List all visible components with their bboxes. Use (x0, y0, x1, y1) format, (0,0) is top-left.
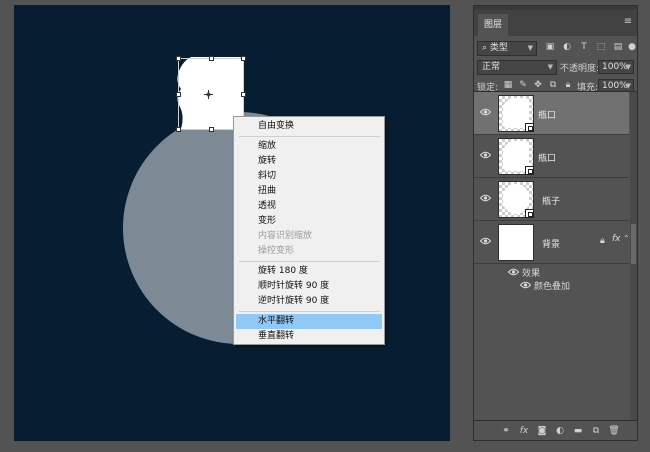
lock-position-icon[interactable]: ✥ (532, 79, 544, 91)
layer-row[interactable]: 背景 🔒︎ fx ⌃ (474, 221, 630, 264)
menu-item-warp[interactable]: 变形 (236, 214, 382, 229)
eye-icon[interactable] (480, 108, 491, 116)
new-layer-icon[interactable]: ⧉ (590, 425, 602, 437)
menu-separator (239, 136, 380, 137)
chevron-up-icon[interactable]: ⌃ (623, 234, 630, 243)
smart-object-badge-icon (525, 209, 534, 218)
layer-thumbnail (498, 138, 534, 175)
filter-smart-object-icon[interactable]: ▤ (612, 41, 624, 53)
eye-icon[interactable] (520, 281, 531, 289)
document-workspace: 自由变换 缩放 旋转 斜切 扭曲 透视 变形 内容识别缩放 操控变形 旋转 18… (0, 0, 466, 452)
transform-handle-tr[interactable] (241, 56, 246, 61)
filter-pixel-icon[interactable]: ▣ (544, 41, 556, 53)
effect-color-overlay-label: 颜色叠加 (534, 282, 571, 292)
filter-toggle-icon[interactable]: ● (626, 41, 638, 53)
transform-center-icon[interactable] (204, 90, 213, 99)
layers-panel: 图层 ≡ ⌕ 类型 ▼ ▣ ◐ T ⬚ ▤ ● 正常 ▼ 不透明度: 100% … (473, 5, 638, 441)
search-icon: ⌕ (482, 43, 488, 53)
blend-row: 正常 ▼ 不透明度: 100% ▼ (474, 58, 637, 77)
eye-icon[interactable] (508, 268, 519, 276)
layer-row[interactable]: 瓶口 (474, 135, 629, 178)
menu-item-scale[interactable]: 缩放 (236, 139, 382, 154)
menu-item-rotate-90-cw[interactable]: 顺时针旋转 90 度 (236, 279, 382, 294)
lock-icon: 🔒︎ (600, 236, 605, 246)
opacity-value: 100% (602, 62, 628, 72)
menu-item-skew[interactable]: 斜切 (236, 169, 382, 184)
smart-object-badge-icon (525, 166, 534, 175)
layer-filter-label: 类型 (489, 43, 508, 53)
menu-item-content-aware-scale: 内容识别缩放 (258, 231, 313, 241)
layer-filter-select[interactable]: ⌕ 类型 ▼ (477, 41, 537, 56)
layer-filter-row: ⌕ 类型 ▼ ▣ ◐ T ⬚ ▤ ● (474, 39, 637, 58)
adjustment-layer-icon[interactable]: ◐ (554, 425, 566, 437)
eye-icon[interactable] (480, 194, 491, 202)
lock-image-icon[interactable]: ✎ (517, 79, 529, 91)
add-mask-icon[interactable]: ◙ (536, 425, 548, 437)
transform-handle-bl[interactable] (176, 127, 181, 132)
layer-thumbnail (498, 224, 534, 261)
menu-item-puppet-warp: 操控变形 (258, 246, 295, 256)
menu-item-flip-horizontal[interactable]: 水平翻转 (236, 314, 382, 329)
add-style-icon[interactable]: fx (518, 425, 530, 437)
layer-thumbnail (498, 181, 534, 218)
menu-item-free-transform[interactable]: 自由变换 (236, 119, 382, 134)
layer-thumbnail (498, 95, 534, 132)
panel-footer: ⚭ fx ◙ ◐ ▬ ⧉ 🗑︎ (474, 420, 637, 440)
opacity-input[interactable]: 100% ▼ (598, 60, 634, 74)
lock-transparent-icon[interactable]: ▦ (502, 79, 514, 91)
lock-all-icon[interactable]: 🔒︎ (562, 79, 574, 91)
menu-item-flip-vertical[interactable]: 垂直翻转 (236, 329, 382, 344)
chevron-down-icon: ▼ (547, 63, 553, 71)
menu-separator (239, 311, 380, 312)
fx-icon[interactable]: fx (612, 234, 621, 244)
filter-text-icon[interactable]: T (578, 41, 590, 53)
tab-layers[interactable]: 图层 (478, 14, 509, 36)
transform-handle-bm[interactable] (209, 127, 214, 132)
transform-context-menu: 自由变换 缩放 旋转 斜切 扭曲 透视 变形 内容识别缩放 操控变形 旋转 18… (233, 116, 385, 345)
eye-icon[interactable] (480, 237, 491, 245)
new-group-icon[interactable]: ▬ (572, 425, 584, 437)
blend-mode-select[interactable]: 正常 ▼ (477, 60, 557, 75)
menu-item-rotate-90-ccw[interactable]: 逆时针旋转 90 度 (236, 294, 382, 309)
filter-adjustment-icon[interactable]: ◐ (561, 41, 573, 53)
fill-value: 100% (602, 81, 628, 91)
scrollbar-thumb[interactable] (631, 224, 636, 264)
chevron-down-icon: ▼ (625, 63, 631, 71)
layers-list: 瓶口 瓶口 瓶子 背景 🔒︎ fx ⌃ 效果 颜色叠加 (474, 91, 637, 421)
layer-name[interactable]: 瓶子 (542, 194, 560, 207)
layer-row[interactable]: 瓶子 (474, 178, 629, 221)
layers-scrollbar[interactable] (630, 92, 637, 421)
layer-name[interactable]: 瓶口 (538, 108, 556, 121)
eye-icon[interactable] (480, 151, 491, 159)
filter-shape-icon[interactable]: ⬚ (595, 41, 607, 53)
effects-row[interactable]: 效果 (474, 265, 629, 279)
layer-row[interactable]: 瓶口 (474, 92, 629, 135)
transform-handle-tm[interactable] (209, 56, 214, 61)
link-layers-icon[interactable]: ⚭ (500, 425, 512, 437)
menu-item-rotate[interactable]: 旋转 (236, 154, 382, 169)
effect-row[interactable]: 颜色叠加 (474, 278, 629, 292)
smart-object-badge-icon (525, 123, 534, 132)
lock-artboard-icon[interactable]: ⧉ (547, 79, 559, 91)
panel-tab-bar: 图层 ≡ (474, 10, 637, 36)
transform-handle-mr[interactable] (241, 92, 246, 97)
panel-menu-icon[interactable]: ≡ (623, 16, 633, 28)
menu-item-distort[interactable]: 扭曲 (236, 184, 382, 199)
menu-item-perspective[interactable]: 透视 (236, 199, 382, 214)
chevron-down-icon: ▼ (527, 44, 533, 52)
layer-name[interactable]: 瓶口 (538, 151, 556, 164)
menu-item-rotate-180[interactable]: 旋转 180 度 (236, 264, 382, 279)
layer-name[interactable]: 背景 (542, 237, 560, 250)
menu-separator (239, 261, 380, 262)
transform-handle-tl[interactable] (176, 56, 181, 61)
opacity-label: 不透明度: (560, 64, 600, 74)
blend-mode-value: 正常 (482, 62, 501, 72)
transform-handle-ml[interactable] (176, 92, 181, 97)
delete-layer-icon[interactable]: 🗑︎ (608, 425, 620, 437)
